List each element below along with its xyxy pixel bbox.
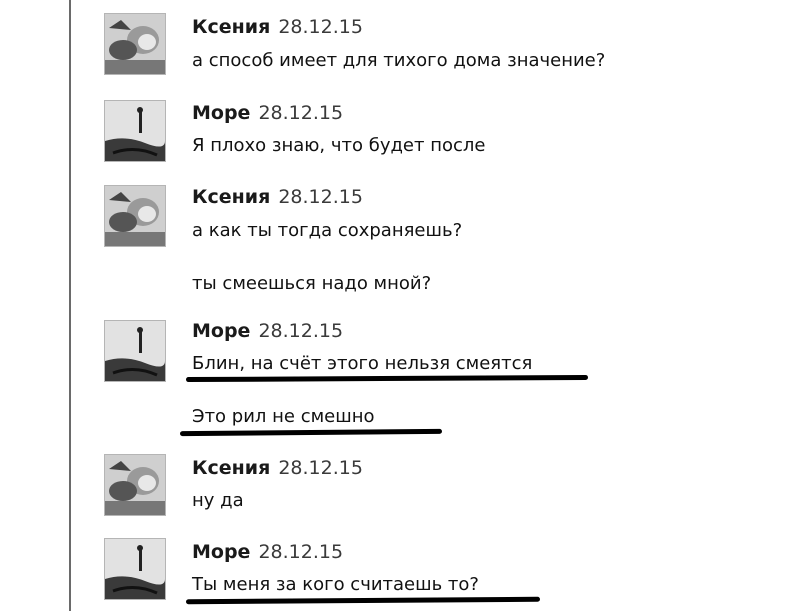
message-header: Море 28.12.15 (192, 541, 343, 563)
girl-avatar-icon[interactable] (104, 13, 166, 75)
sea-avatar-icon[interactable] (104, 100, 166, 162)
message-date: 28.12.15 (258, 320, 344, 342)
author-name[interactable]: Море (192, 541, 250, 563)
marker-underline (185, 374, 589, 383)
marker-underline (185, 596, 541, 605)
message-text: Блин, на счёт этого нельзя смеятся (192, 353, 533, 374)
message-text: Я плохо знаю, что будет после (192, 135, 486, 156)
message-text: Ты меня за кого считаешь то? (192, 574, 479, 595)
girl-avatar-icon[interactable] (104, 185, 166, 247)
message-header: Море 28.12.15 (192, 102, 343, 124)
author-name[interactable]: Море (192, 102, 250, 124)
message-header: Море 28.12.15 (192, 320, 343, 342)
message-text: а способ имеет для тихого дома значение? (192, 50, 606, 71)
message-text: Это рил не смешно (192, 406, 375, 427)
message-date: 28.12.15 (278, 16, 363, 38)
message-header: Ксения 28.12.15 (192, 16, 363, 38)
author-name[interactable]: Ксения (192, 457, 270, 479)
sea-avatar-icon[interactable] (104, 538, 166, 600)
chat-log: Ксения 28.12.15 а способ имеет для тихого… (0, 0, 790, 611)
sea-avatar-icon[interactable] (104, 320, 166, 382)
author-name[interactable]: Ксения (192, 16, 270, 38)
message-text: а как ты тогда сохраняешь? (192, 220, 463, 241)
message-header: Ксения 28.12.15 (192, 186, 363, 208)
message-date: 28.12.15 (258, 541, 344, 563)
message-text: ты смеешься надо мной? (192, 273, 432, 294)
message-header: Ксения 28.12.15 (192, 457, 363, 479)
message-date: 28.12.15 (278, 186, 363, 208)
message-text: ну да (192, 490, 244, 511)
girl-avatar-icon[interactable] (104, 454, 166, 516)
message-date: 28.12.15 (258, 102, 344, 124)
message-date: 28.12.15 (278, 457, 363, 479)
author-name[interactable]: Море (192, 320, 250, 342)
marker-underline (179, 428, 443, 437)
author-name[interactable]: Ксения (192, 186, 270, 208)
